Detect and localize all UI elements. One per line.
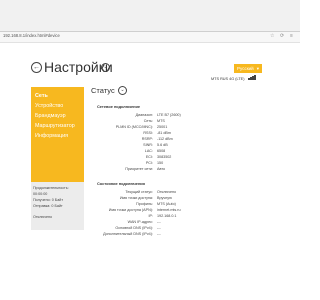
duration-label: Продолжительность:: [33, 186, 69, 190]
row-label: Приоритет сети:: [125, 167, 153, 171]
section-chevron-down-icon[interactable]: ⌄: [118, 86, 127, 95]
menu-icon[interactable]: ≡: [290, 33, 293, 40]
back-arrow-icon[interactable]: ←: [31, 62, 42, 73]
connection-status: Отключено: [33, 215, 53, 219]
row-value: Авто: [157, 167, 166, 171]
row-label: PCI:: [145, 161, 153, 165]
row-value: ---: [157, 220, 161, 224]
row-value: 192.168.0.1: [157, 214, 177, 218]
row-value: 3083502: [157, 155, 172, 159]
connection-stats: Продолжительность: 00:00:00 Получено: 0 …: [31, 182, 84, 230]
row-label: ECI:: [145, 155, 153, 159]
row-value: LTE B7 (2600): [157, 113, 181, 117]
address-bar[interactable]: 192.168.8.1/index.html#device ☆ ⟳ ≡: [0, 32, 300, 43]
row-label: Сеть:: [143, 119, 153, 123]
operator-name: MTS RUS 4G (LTE): [211, 77, 245, 81]
star-icon[interactable]: ☆: [270, 33, 274, 40]
row-label: Имя точки доступа:: [119, 196, 153, 200]
reload-icon[interactable]: ⟳: [280, 33, 284, 40]
sidebar-item-device[interactable]: Устройство: [35, 103, 63, 109]
row-label: Диапазон:: [135, 113, 153, 117]
row-label: RSRP:: [141, 137, 153, 141]
sidebar-item-network[interactable]: Сеть: [35, 93, 48, 99]
section-title: Статус: [91, 86, 115, 95]
browser-tab-bar: [0, 0, 300, 32]
row-value: ---: [157, 226, 161, 230]
connection-group-title: Состояние подключения: [97, 181, 145, 186]
network-group-title: Сетевое подключение: [97, 104, 141, 109]
row-value: MTS: [157, 119, 165, 123]
language-button[interactable]: Русский ▾: [234, 64, 262, 73]
row-value: -81 dBm: [157, 131, 171, 135]
row-label: LAC:: [144, 149, 153, 153]
sidebar-item-router[interactable]: Маршрутизатор: [35, 123, 75, 129]
row-value: ---: [157, 232, 161, 236]
language-label: Русский: [237, 66, 254, 71]
row-value: Отключено: [157, 190, 177, 194]
title-chevron-down-icon[interactable]: ⌄: [101, 63, 110, 72]
row-label: Текущий статус:: [125, 190, 153, 194]
sidebar: Сеть Устройство Брандмауэр Маршрутизатор…: [31, 87, 84, 182]
row-label: Имя точки доступа (APN):: [108, 208, 153, 212]
row-value: 6508: [157, 149, 166, 153]
row-label: PLMN ID (MCC/MNC):: [115, 125, 153, 129]
row-label: Дополнительный DNS (IPv4):: [103, 232, 153, 236]
duration-value: 00:00:00: [33, 192, 48, 196]
sent-bytes: Отправка: 0 Байт: [33, 204, 63, 208]
row-label: RSSI:: [143, 131, 153, 135]
sidebar-item-info[interactable]: Информация: [35, 133, 68, 139]
row-label: WAN IP-адрес:: [127, 220, 153, 224]
row-label: Основной DNS (IPv4):: [115, 226, 153, 230]
row-value: Вручную: [157, 196, 172, 200]
chevron-down-icon: ▾: [256, 66, 259, 71]
row-label: SINR:: [143, 143, 153, 147]
sidebar-item-firewall[interactable]: Брандмауэр: [35, 113, 66, 119]
row-value: internet.mts.ru: [157, 208, 181, 212]
row-value: 5.6 dB: [157, 143, 168, 147]
row-value: MTS (Auto): [157, 202, 176, 206]
row-value: -112 dBm: [157, 137, 173, 141]
url-text[interactable]: 192.168.8.1/index.html#device: [3, 33, 60, 38]
received-bytes: Получено: 0 Байт: [33, 198, 64, 202]
signal-strength-icon: [248, 74, 257, 80]
row-label: Профиль:: [136, 202, 153, 206]
row-label: IP:: [148, 214, 153, 218]
row-value: 25001: [157, 125, 168, 129]
row-value: 150: [157, 161, 164, 165]
